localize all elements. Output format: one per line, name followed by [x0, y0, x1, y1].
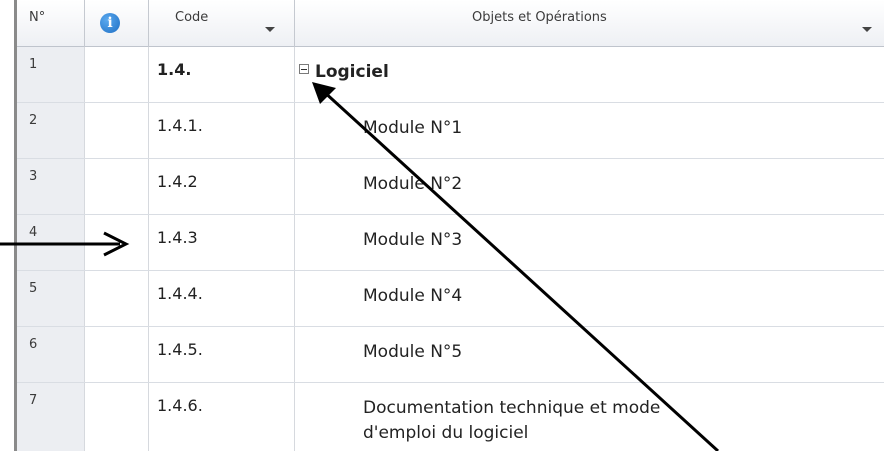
code-value: 1.4.4. — [157, 284, 203, 303]
table-row[interactable]: 3 1.4.2 Module N°2 — [17, 159, 884, 215]
row-info-cell — [85, 103, 149, 158]
code-value: 1.4.1. — [157, 116, 203, 135]
row-number: 5 — [29, 281, 38, 296]
code-cell[interactable]: 1.4.3 — [149, 215, 295, 270]
object-cell[interactable]: Module N°2 — [295, 159, 884, 214]
object-label: Module N°2 — [363, 174, 463, 194]
object-cell[interactable]: Module N°4 — [295, 271, 884, 326]
row-info-cell — [85, 159, 149, 214]
collapse-icon[interactable] — [299, 64, 309, 74]
object-cell[interactable]: Module N°1 — [295, 103, 884, 158]
column-header-info[interactable]: i — [85, 0, 149, 47]
table-row[interactable]: 6 1.4.5. Module N°5 — [17, 327, 884, 383]
object-label: Module N°4 — [363, 286, 463, 306]
chevron-down-icon[interactable] — [862, 27, 872, 32]
row-number-cell: 7 — [17, 383, 85, 451]
row-number-cell: 5 — [17, 271, 85, 326]
code-value: 1.4.5. — [157, 340, 203, 359]
code-cell[interactable]: 1.4. — [149, 47, 295, 102]
row-number-cell: 6 — [17, 327, 85, 382]
row-info-cell — [85, 327, 149, 382]
code-value: 1.4. — [157, 60, 192, 79]
row-number: 3 — [29, 169, 38, 184]
code-value: 1.4.6. — [157, 396, 203, 415]
object-label: Module N°1 — [363, 118, 463, 138]
row-number: 6 — [29, 337, 38, 352]
row-number-cell: 4 — [17, 215, 85, 270]
row-number-cell: 2 — [17, 103, 85, 158]
object-label: Logiciel — [315, 62, 389, 82]
table-row[interactable]: 2 1.4.1. Module N°1 — [17, 103, 884, 159]
column-header-objects[interactable]: Objets et Opérations — [295, 0, 884, 47]
column-header-number-label: N° — [29, 10, 46, 25]
object-cell[interactable]: Module N°3 — [295, 215, 884, 270]
row-number: 1 — [29, 57, 38, 72]
table-row[interactable]: 1 1.4. Logiciel — [17, 47, 884, 103]
table-row[interactable]: 5 1.4.4. Module N°4 — [17, 271, 884, 327]
code-cell[interactable]: 1.4.2 — [149, 159, 295, 214]
code-value: 1.4.2 — [157, 172, 198, 191]
info-icon: i — [100, 13, 120, 33]
row-info-cell — [85, 383, 149, 451]
code-value: 1.4.3 — [157, 228, 198, 247]
row-number: 7 — [29, 393, 38, 408]
row-number-cell: 1 — [17, 47, 85, 102]
column-header-code[interactable]: Code — [149, 0, 295, 47]
object-label: Module N°5 — [363, 342, 463, 362]
table-row[interactable]: 4 1.4.3 Module N°3 — [17, 215, 884, 271]
row-number: 2 — [29, 113, 38, 128]
row-number-cell: 3 — [17, 159, 85, 214]
object-cell[interactable]: Module N°5 — [295, 327, 884, 382]
code-cell[interactable]: 1.4.5. — [149, 327, 295, 382]
code-cell[interactable]: 1.4.4. — [149, 271, 295, 326]
object-label-line2: d'emploi du logiciel — [363, 423, 529, 443]
object-label: Module N°3 — [363, 230, 463, 250]
row-info-cell — [85, 215, 149, 270]
row-number: 4 — [29, 225, 38, 240]
column-header-code-label: Code — [175, 10, 209, 25]
code-cell[interactable]: 1.4.6. — [149, 383, 295, 451]
chevron-down-icon[interactable] — [265, 27, 275, 32]
table-row[interactable]: 7 1.4.6. Documentation technique et mode… — [17, 383, 884, 451]
code-cell[interactable]: 1.4.1. — [149, 103, 295, 158]
data-grid: N° i Code Objets et Opérations 1 1.4. Lo… — [14, 0, 884, 451]
column-header-objects-label: Objets et Opérations — [472, 10, 607, 25]
grid-header: N° i Code Objets et Opérations — [17, 0, 884, 47]
object-label-line1: Documentation technique et mode — [363, 398, 661, 418]
object-cell[interactable]: Logiciel — [295, 47, 884, 102]
object-cell[interactable]: Documentation technique et mode d'emploi… — [295, 383, 884, 451]
object-label: Documentation technique et mode d'emploi… — [363, 396, 660, 446]
row-info-cell — [85, 47, 149, 102]
column-header-number[interactable]: N° — [17, 0, 85, 47]
row-info-cell — [85, 271, 149, 326]
